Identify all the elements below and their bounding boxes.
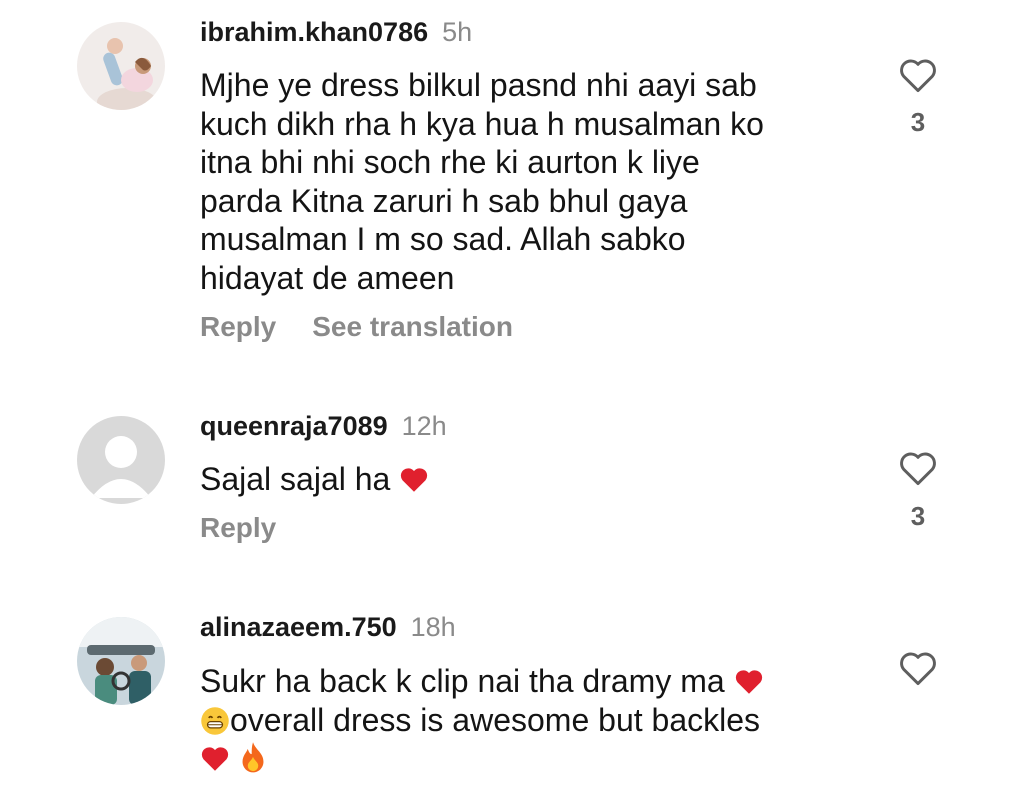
red-heart-emoji <box>735 670 762 694</box>
comment-line-wrap: overall dress is awesome but backles <box>200 701 860 740</box>
comment-line: overall dress is awesome but backles <box>230 701 761 738</box>
comment-actions: Reply <box>200 512 276 544</box>
comment-line: Mjhe ye dress bilkul pasnd nhi aayi sab <box>200 67 757 103</box>
reply-button[interactable]: Reply <box>200 311 276 342</box>
red-heart-emoji <box>401 468 428 492</box>
username-text[interactable]: ibrahim.khan0786 <box>200 17 428 47</box>
comment-line: hidayat de ameen <box>200 259 455 296</box>
comment-time: 18h <box>410 612 456 642</box>
heart-outline-icon[interactable] <box>896 53 940 97</box>
fire-emoji <box>242 742 264 773</box>
comment-line: Sukr ha back k clip nai tha dramy ma <box>200 663 725 699</box>
comment-line: parda Kitna zaruri h sab bhul gaya <box>200 182 688 219</box>
see-translation-button[interactable]: See translation <box>312 311 513 342</box>
grinning-face-emoji <box>201 706 229 735</box>
comment-line: Sajal sajal ha <box>200 461 391 497</box>
reply-button[interactable]: Reply <box>200 512 276 543</box>
comment-text: Mjhe ye dress bilkul pasnd nhi aayi sab … <box>200 66 860 297</box>
comment-time: 5h <box>442 17 473 47</box>
comment-text: Sukr ha back k clip nai tha dramy ma ove… <box>200 662 860 778</box>
comment-line: itna bhi nhi soch rhe ki aurton k liye <box>200 144 700 180</box>
comment-line-wrap: Sukr ha back k clip nai tha dramy ma <box>200 662 860 701</box>
comment-username[interactable]: ibrahim.khan0786 5h <box>200 17 472 48</box>
username-text[interactable]: alinazaeem.750 <box>200 612 397 642</box>
comment-username[interactable]: queenraja7089 12h <box>200 411 447 442</box>
heart-outline-icon[interactable] <box>896 646 940 690</box>
comment-text: Sajal sajal ha <box>200 460 860 499</box>
heart-outline-icon[interactable] <box>896 446 940 490</box>
avatar[interactable] <box>77 22 165 110</box>
comment-time: 12h <box>401 411 447 441</box>
comment-line: musalman I m so sad. Allah sabko <box>200 221 686 257</box>
like-count: 3 <box>910 107 926 137</box>
red-heart-emoji <box>201 747 229 771</box>
username-text[interactable]: queenraja7089 <box>200 411 388 441</box>
avatar[interactable] <box>77 416 165 504</box>
comment-line-wrap <box>200 739 860 778</box>
comment-line: kuch dikh rha h kya hua h musalman ko <box>200 105 764 142</box>
comment-username[interactable]: alinazaeem.750 18h <box>200 612 456 643</box>
avatar[interactable] <box>77 617 165 705</box>
comment-actions: Reply See translation <box>200 311 513 343</box>
like-count: 3 <box>910 501 926 531</box>
